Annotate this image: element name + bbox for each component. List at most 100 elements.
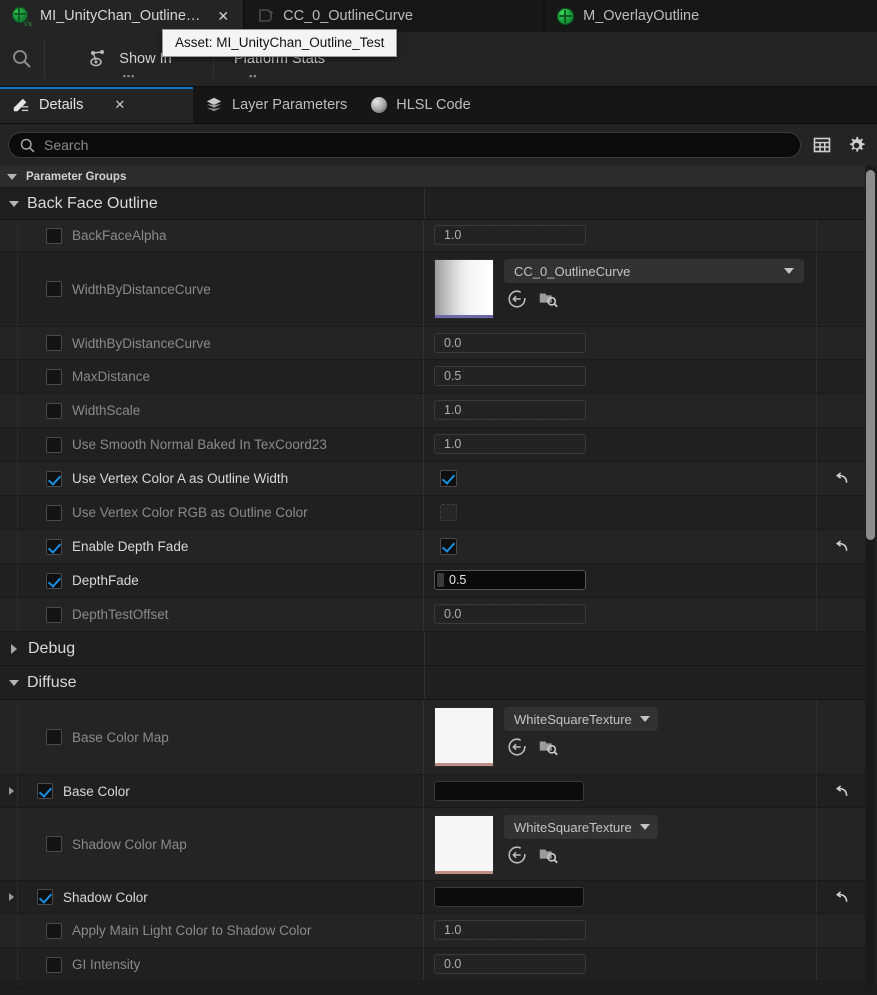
param-enable-checkbox[interactable] [46, 368, 62, 385]
row-value-cell: 0.5 [424, 564, 817, 597]
param-enable-checkbox[interactable] [46, 281, 62, 297]
vertical-scrollbar[interactable] [866, 170, 875, 540]
chevron-down-icon [639, 824, 650, 830]
use-selected-asset-icon[interactable] [506, 288, 528, 310]
asset-picker-dropdown[interactable]: WhiteSquareTexture [504, 815, 658, 839]
category-header-parameter-groups[interactable]: Parameter Groups [0, 166, 865, 188]
table-row[interactable]: Apply Main Light Color to Shadow Color 1… [0, 914, 865, 948]
param-enable-checkbox[interactable] [46, 729, 62, 745]
row-value-cell: 0.0 [424, 948, 817, 981]
numeric-input[interactable]: 1.0 [434, 400, 586, 420]
use-selected-asset-icon[interactable] [506, 844, 528, 866]
reset-to-default-icon[interactable] [833, 889, 850, 906]
settings-button[interactable] [843, 132, 869, 158]
search-toolbar-button[interactable] [0, 32, 44, 87]
table-row[interactable]: DepthFade 0.5 [0, 564, 865, 598]
table-row[interactable]: WidthScale 1.0 [0, 394, 865, 428]
value-checkbox[interactable] [440, 504, 457, 521]
param-enable-checkbox[interactable] [46, 335, 62, 351]
browse-to-asset-icon[interactable] [537, 736, 559, 758]
tab-label: Details [39, 97, 84, 113]
table-row[interactable]: Use Vertex Color A as Outline Width [0, 462, 865, 496]
group-header-diffuse[interactable]: Diffuse [0, 666, 865, 700]
reset-to-default-icon[interactable] [833, 783, 850, 800]
tab-layer-parameters[interactable]: Layer Parameters [193, 87, 359, 123]
param-enable-checkbox[interactable] [37, 889, 53, 905]
row-name-cell: Use Vertex Color RGB as Outline Color [18, 496, 424, 529]
param-enable-checkbox[interactable] [46, 227, 62, 244]
use-selected-asset-icon[interactable] [506, 736, 528, 758]
value-checkbox[interactable] [440, 470, 457, 487]
asset-tab-label: CC_0_OutlineCurve [283, 8, 413, 24]
asset-tab-cc-0-outlinecurve[interactable]: CC_0_OutlineCurve [245, 0, 544, 32]
tab-details[interactable]: Details ✕ [0, 87, 193, 123]
param-enable-checkbox[interactable] [46, 538, 62, 555]
param-enable-checkbox[interactable] [46, 922, 62, 939]
numeric-input[interactable]: 1.0 [434, 225, 586, 245]
table-row[interactable]: Base Color [0, 775, 865, 808]
table-row[interactable]: Shadow Color [0, 881, 865, 914]
row-reset-cell [817, 220, 865, 251]
texture-thumbnail[interactable] [434, 259, 494, 319]
texture-thumbnail[interactable] [434, 815, 494, 875]
search-box[interactable] [8, 132, 801, 158]
value-checkbox[interactable] [440, 538, 457, 555]
row-reset-cell [817, 360, 865, 393]
table-row[interactable]: WidthByDistanceCurve 0.0 [0, 327, 865, 360]
search-input[interactable] [44, 137, 790, 153]
asset-tab-m-overlayoutline[interactable]: M_OverlayOutline [545, 0, 877, 32]
hlsl-sphere-icon [371, 97, 388, 113]
browse-to-asset-icon[interactable] [537, 844, 559, 866]
table-row[interactable]: WidthByDistanceCurve CC_0_OutlineCurve [0, 252, 865, 327]
close-icon[interactable]: ✕ [217, 9, 229, 23]
group-header-debug[interactable]: Debug [0, 632, 865, 666]
browse-to-asset-icon[interactable] [537, 288, 559, 310]
expand-arrow-icon[interactable] [9, 787, 14, 795]
numeric-input[interactable]: 0.0 [434, 954, 586, 974]
color-swatch[interactable] [434, 781, 584, 801]
expand-arrow-icon[interactable] [9, 893, 14, 901]
numeric-input[interactable]: 1.0 [434, 434, 586, 454]
asset-tab-mi-unitychan-outline[interactable]: √x MI_UnityChan_Outline… ✕ [0, 0, 244, 32]
asset-picker-dropdown[interactable]: CC_0_OutlineCurve [504, 259, 804, 283]
asset-picker-dropdown[interactable]: WhiteSquareTexture [504, 707, 658, 731]
texture-thumbnail[interactable] [434, 707, 494, 767]
param-enable-checkbox[interactable] [46, 836, 62, 852]
row-value-cell: 0.5 [424, 360, 817, 393]
color-swatch[interactable] [434, 887, 584, 907]
param-enable-checkbox[interactable] [46, 572, 62, 589]
table-row[interactable]: DepthTestOffset 0.0 [0, 598, 865, 632]
reset-to-default-icon[interactable] [833, 538, 850, 555]
close-icon[interactable]: ✕ [114, 97, 125, 113]
numeric-input[interactable]: 0.0 [434, 604, 586, 624]
param-label: Shadow Color Map [72, 836, 187, 852]
chevron-down-icon [9, 679, 19, 686]
param-enable-checkbox[interactable] [46, 504, 62, 521]
param-enable-checkbox[interactable] [46, 402, 62, 419]
table-row[interactable]: Use Smooth Normal Baked In TexCoord23 1.… [0, 428, 865, 462]
row-indent [0, 252, 18, 326]
param-enable-checkbox[interactable] [37, 783, 53, 799]
param-enable-checkbox[interactable] [46, 470, 62, 487]
numeric-input[interactable]: 0.0 [434, 333, 586, 353]
table-row[interactable]: Use Vertex Color RGB as Outline Color [0, 496, 865, 530]
table-row[interactable]: Shadow Color Map WhiteSquareTexture [0, 808, 865, 881]
table-row[interactable]: Enable Depth Fade [0, 530, 865, 564]
table-row[interactable]: GI Intensity 0.0 [0, 948, 865, 982]
row-reset-cell [817, 428, 865, 461]
table-row[interactable]: BackFaceAlpha 1.0 [0, 220, 865, 252]
numeric-input[interactable]: 1.0 [434, 920, 586, 940]
category-label: Parameter Groups [26, 170, 127, 183]
param-enable-checkbox[interactable] [46, 436, 62, 453]
column-view-button[interactable] [809, 132, 835, 158]
table-row[interactable]: Base Color Map WhiteSquareTexture [0, 700, 865, 775]
group-header-back-face-outline[interactable]: Back Face Outline [0, 188, 865, 220]
param-enable-checkbox[interactable] [46, 956, 62, 973]
table-row[interactable]: MaxDistance 0.5 [0, 360, 865, 394]
param-enable-checkbox[interactable] [46, 606, 62, 623]
numeric-input[interactable]: 0.5 [434, 366, 586, 386]
reset-to-default-icon[interactable] [833, 470, 850, 487]
numeric-input[interactable]: 0.5 [434, 570, 586, 590]
material-icon [557, 7, 575, 25]
tab-hlsl-code[interactable]: HLSL Code [359, 87, 482, 123]
